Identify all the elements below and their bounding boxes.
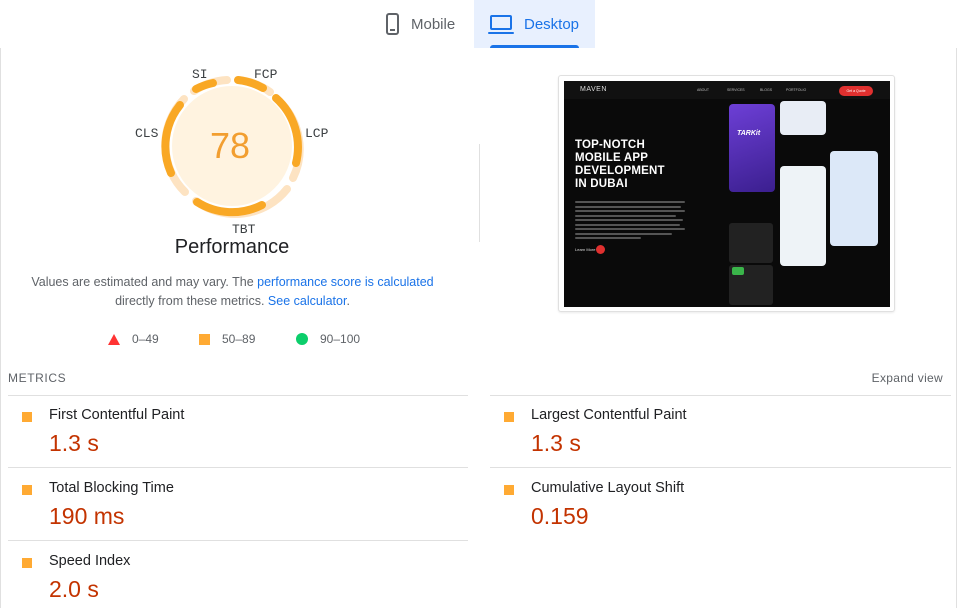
preview-learn-more: Learn More <box>575 247 596 252</box>
metrics-divider <box>8 467 468 468</box>
preview-navbar: MAVEN ABOUT SERVICES BLOGS PORTFOLIO Get… <box>564 81 890 99</box>
average-square-icon <box>504 412 514 422</box>
preview-nav-portfolio: PORTFOLIO <box>786 88 807 92</box>
legend-fail: 0–49 <box>108 332 159 346</box>
desc-text-2: directly from these metrics. <box>115 294 268 308</box>
metric-value: 2.0 s <box>49 576 99 602</box>
metric-value: 1.3 s <box>49 430 99 456</box>
preview-headline-line: DEVELOPMENT <box>575 165 665 177</box>
preview-nav-services: SERVICES <box>727 88 745 92</box>
average-square-icon <box>504 485 514 495</box>
preview-nav-about: ABOUT <box>697 88 710 92</box>
preview-logo: MAVEN <box>580 86 607 93</box>
legend-fail-label: 0–49 <box>132 332 159 346</box>
metrics-divider <box>490 395 951 396</box>
preview-cta-button: Get a Quote <box>839 86 873 96</box>
preview-headline-line: IN DUBAI <box>575 178 628 190</box>
preview-phone-top <box>780 101 826 135</box>
metrics-divider <box>490 467 951 468</box>
metric-name: First Contentful Paint <box>49 407 185 423</box>
metric-value: 1.3 s <box>531 430 581 456</box>
gauge-label-si: SI <box>192 67 208 82</box>
score-legend: 0–49 50–89 90–100 <box>0 332 470 348</box>
preview-headline: TOP-NOTCH MOBILE APP DEVELOPMENT IN DUBA… <box>575 139 665 191</box>
preview-nav-blogs: BLOGS <box>760 88 773 92</box>
metrics-header: METRICS <box>8 371 67 385</box>
desc-text-1: Values are estimated and may vary. The <box>31 275 258 289</box>
metric-name: Cumulative Layout Shift <box>531 480 685 496</box>
metric-name: Largest Contentful Paint <box>531 407 687 423</box>
preview-green-chip <box>732 267 744 275</box>
legend-average: 50–89 <box>199 332 255 346</box>
performance-score: 78 <box>209 125 251 166</box>
metric-fcp: First Contentful Paint 1.3 s <box>22 407 422 467</box>
metric-name: Speed Index <box>49 553 131 569</box>
average-square-icon <box>22 485 32 495</box>
average-square-icon <box>199 333 210 345</box>
preview-phone-middle <box>780 166 826 266</box>
preview-headline-line: MOBILE APP <box>575 152 649 164</box>
gauge-seg-si <box>192 79 217 93</box>
average-square-icon <box>22 558 32 568</box>
metric-cls: Cumulative Layout Shift 0.159 <box>504 480 904 540</box>
gauge-label-cls: CLS <box>135 126 159 141</box>
pass-circle-icon <box>296 333 308 345</box>
page-preview: MAVEN ABOUT SERVICES BLOGS PORTFOLIO Get… <box>564 81 890 307</box>
preview-phone-right <box>830 151 878 246</box>
legend-pass-label: 90–100 <box>320 332 361 346</box>
metric-lcp: Largest Contentful Paint 1.3 s <box>504 407 904 467</box>
metric-value: 190 ms <box>49 503 125 529</box>
metric-name: Total Blocking Time <box>49 480 174 496</box>
metrics-divider <box>8 540 468 541</box>
legend-average-label: 50–89 <box>222 332 256 346</box>
preview-body-text <box>575 201 685 242</box>
fail-triangle-icon <box>108 333 120 345</box>
preview-card-brand: TARKit <box>737 130 761 137</box>
section-divider <box>479 144 480 242</box>
metric-si: Speed Index 2.0 s <box>22 553 422 608</box>
score-description: Values are estimated and may vary. The p… <box>30 273 435 311</box>
preview-headline-line: TOP-NOTCH <box>575 139 645 151</box>
desc-text-3: . <box>346 294 350 308</box>
metrics-divider <box>8 395 468 396</box>
metric-value: 0.159 <box>531 503 589 529</box>
gauge-label-tbt: TBT <box>232 222 256 237</box>
final-screenshot[interactable]: MAVEN ABOUT SERVICES BLOGS PORTFOLIO Get… <box>558 75 895 312</box>
metric-tbt: Total Blocking Time 190 ms <box>22 480 422 540</box>
gauge-label-fcp: FCP <box>254 67 278 82</box>
see-calculator-link[interactable]: See calculator <box>268 294 347 308</box>
score-calculated-link[interactable]: performance score is calculated <box>257 275 433 289</box>
average-square-icon <box>22 412 32 422</box>
performance-title: Performance <box>174 236 290 258</box>
gauge-label-lcp: LCP <box>305 126 329 141</box>
preview-purple-card: TARKit <box>729 104 775 192</box>
expand-view-toggle[interactable]: Expand view <box>872 371 943 385</box>
preview-dark-card <box>729 223 773 263</box>
legend-pass: 90–100 <box>296 332 360 346</box>
preview-arrow-icon <box>596 245 605 254</box>
